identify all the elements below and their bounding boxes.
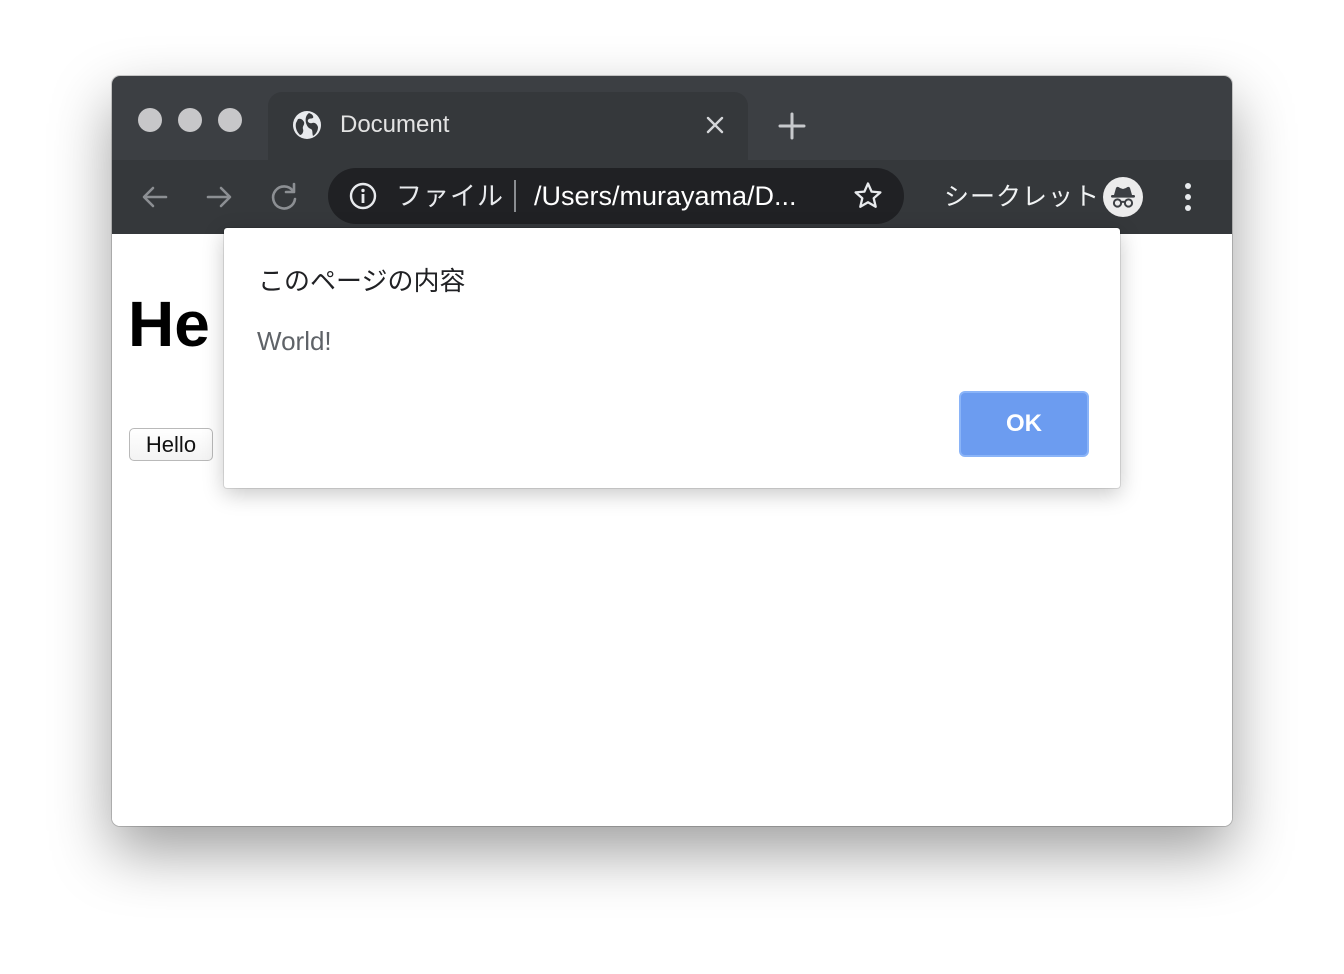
close-icon[interactable]	[704, 114, 726, 136]
tab-strip: Document	[112, 76, 1232, 160]
more-vert-icon[interactable]	[1176, 180, 1200, 214]
dialog-message: World!	[257, 326, 332, 356]
globe-icon	[292, 110, 322, 140]
hello-button[interactable]: Hello	[129, 428, 213, 461]
ok-button[interactable]: OK	[959, 391, 1089, 457]
tab-document[interactable]: Document	[268, 92, 748, 160]
url-text[interactable]: /Users/murayama/D...	[534, 180, 797, 212]
tab-title: Document	[340, 111, 450, 138]
info-icon[interactable]	[348, 181, 378, 211]
url-separator	[514, 180, 516, 212]
url-scheme-label: ファイル	[396, 181, 505, 211]
toolbar: ファイル /Users/murayama/D... シークレット	[112, 160, 1232, 234]
maximize-window-button[interactable]	[218, 108, 242, 132]
star-icon[interactable]	[852, 180, 884, 212]
page-heading: He	[128, 288, 210, 360]
close-window-button[interactable]	[138, 108, 162, 132]
arrow-right-icon[interactable]	[202, 180, 236, 214]
address-bar[interactable]: ファイル /Users/murayama/D...	[328, 168, 904, 224]
dialog-title: このページの内容	[258, 266, 466, 296]
reload-icon[interactable]	[267, 180, 301, 214]
plus-icon[interactable]	[776, 110, 808, 142]
arrow-left-icon[interactable]	[138, 180, 172, 214]
incognito-icon[interactable]	[1103, 177, 1143, 217]
minimize-window-button[interactable]	[178, 108, 202, 132]
alert-dialog: このページの内容 World! OK	[224, 228, 1120, 488]
incognito-label[interactable]: シークレット	[944, 180, 1100, 214]
